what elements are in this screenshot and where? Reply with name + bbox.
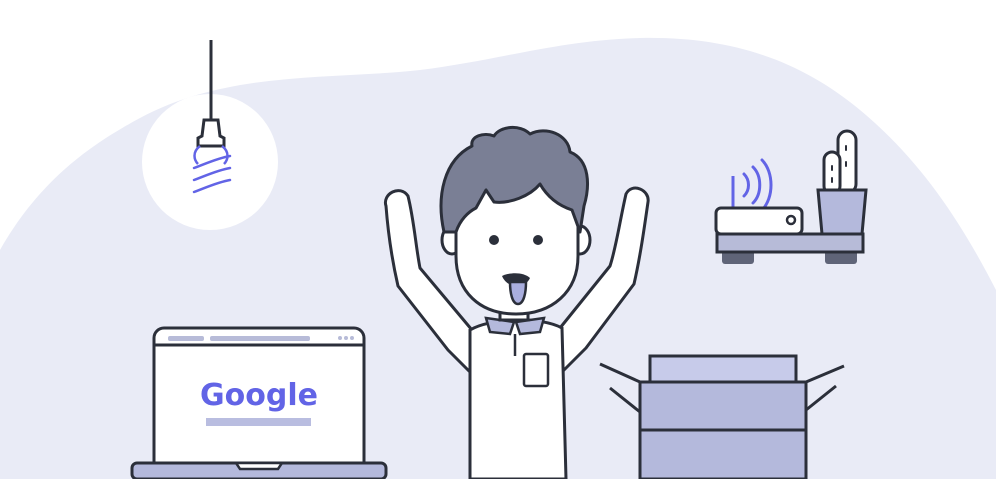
shelf-board [715, 232, 865, 254]
shirt-pocket [522, 352, 550, 388]
cactus-arm [822, 150, 842, 196]
torso-shirt [468, 318, 568, 479]
browser-address-bar [210, 336, 310, 341]
cactus-pot [816, 188, 868, 236]
search-bar [206, 418, 311, 426]
light-bulb-icon [142, 40, 278, 230]
laptop-icon: Google [130, 326, 388, 479]
search-engine-logo: Google [200, 378, 318, 413]
laptop-trackpad-notch [233, 461, 285, 471]
left-eye [489, 235, 499, 245]
right-eye [533, 235, 543, 245]
browser-tab [168, 336, 204, 341]
box-back [648, 354, 798, 386]
browser-window-dots [338, 336, 354, 340]
router-light [785, 214, 797, 226]
illustration-scene: Google [0, 0, 996, 479]
tongue [508, 280, 528, 306]
